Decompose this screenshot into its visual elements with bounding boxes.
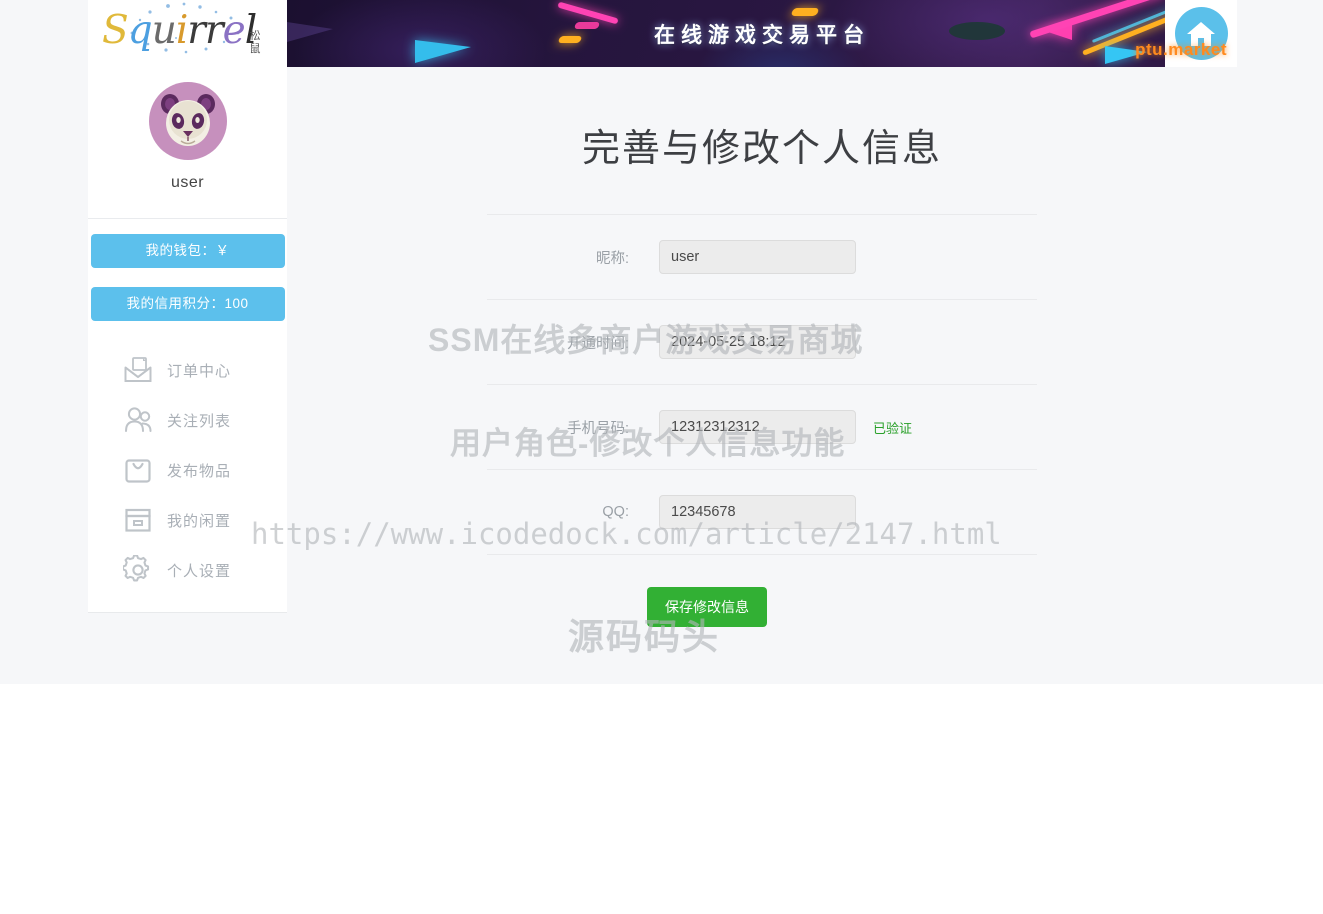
orange-dash-shape [557,36,583,43]
logo-cn-label: 松 鼠 [248,30,262,56]
sidebar-item-label: 个人设置 [167,562,232,580]
page-title: 完善与修改个人信息 [581,128,942,170]
sidebar-item-order-center[interactable]: 订单中心 [88,345,287,395]
gear-icon [123,555,150,582]
credit-score-button[interactable]: 我的信用积分：100 [90,287,285,321]
open-time-label: 开通时间: [566,335,629,352]
form-row-nickname: 昵称: [487,214,1037,300]
form-row-open-time: 开通时间: [487,300,1037,385]
profile-form: 昵称: 开通时间: 手机号码: 已验证 QQ: 保存修改信息 [487,214,1037,627]
logo-letter: r [187,8,206,53]
sidebar-item-my-idle[interactable]: 我的闲置 [88,495,287,545]
nickname-label: 昵称: [595,250,629,267]
avatar[interactable] [148,82,227,160]
pink-dash-shape [573,22,601,29]
qq-label: QQ: [602,504,629,520]
phone-input[interactable] [659,410,856,444]
phone-verified-badge: 已验证 [873,420,913,436]
logo-letter: u [151,8,177,53]
form-row-qq: QQ: [487,470,1037,555]
sidebar-item-publish-item[interactable]: 发布物品 [88,445,287,495]
user-profile-block: user [88,67,287,192]
logo-wordmark: Squirrel [102,8,257,53]
sidebar-item-label: 我的闲置 [167,512,232,530]
envelope-document-icon [124,357,152,382]
site-header: Squirrel 松 鼠 在线游戏交易平台 ptu.market [88,0,1237,67]
dark-ellipse-shape [949,22,1005,40]
sidebar-item-label: 发布物品 [167,462,232,480]
sidebar-item-label: 关注列表 [167,412,232,430]
phone-label: 手机号码: [566,420,629,437]
banner-title: 在线游戏交易平台 [654,21,870,47]
logo-letter: r [204,8,224,53]
wallet-button[interactable]: 我的钱包：￥ [90,234,285,268]
sidebar-item-label: 订单中心 [167,362,232,380]
sidebar-nav: 订单中心 关注列表 发布物品 我的闲置 个人设置 [88,345,287,595]
form-actions: 保存修改信息 [487,587,1037,627]
sidebar-item-follow-list[interactable]: 关注列表 [88,395,287,445]
logo-cn-bottom: 鼠 [249,43,261,55]
sidebar-divider [88,218,287,219]
username-label: user [170,174,205,191]
save-profile-button[interactable]: 保存修改信息 [647,587,767,627]
logo-letter: i [175,8,189,53]
panda-avatar-icon [160,94,215,146]
logo-letter: S [102,8,129,53]
orange-dash-shape [790,8,820,16]
form-row-phone: 手机号码: 已验证 [487,385,1037,470]
pink-bar-shape [557,1,619,25]
main-content: 完善与修改个人信息 昵称: 开通时间: 手机号码: 已验证 QQ: 保存修改信息 [287,67,1237,627]
qq-input[interactable] [659,495,856,529]
logo-letter: q [127,8,153,53]
sidebar-item-personal-settings[interactable]: 个人设置 [88,545,287,595]
logo-cn-top: 松 [249,30,261,42]
header-banner: 在线游戏交易平台 ptu.market [287,0,1237,67]
triangle-shape [287,22,333,42]
sidebar: user 我的钱包：￥ 我的信用积分：100 订单中心 关注列表 发布物品 我的… [88,67,287,613]
app-root: Squirrel 松 鼠 在线游戏交易平台 ptu.market user 我的… [0,0,1323,914]
cyan-triangle-shape [415,40,471,63]
open-time-input[interactable] [659,325,856,359]
users-icon [125,407,152,432]
banner-brand-label: ptu.market [1135,40,1227,59]
logo-letter: e [222,8,246,53]
box-icon [125,508,151,532]
nickname-input[interactable] [659,240,856,274]
site-logo[interactable]: Squirrel 松 鼠 [88,0,287,67]
shopping-bag-icon [125,459,151,483]
